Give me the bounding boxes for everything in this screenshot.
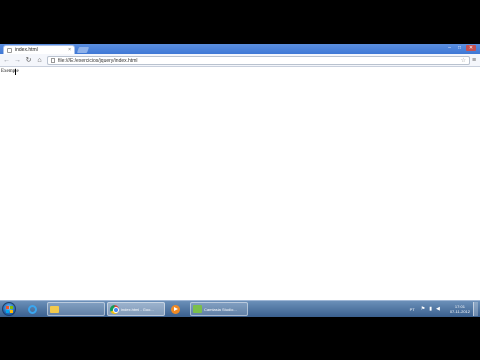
taskbar-label: Camtasia Studio... <box>204 306 237 312</box>
screen: index.html × – □ ✕ ← → ↻ ⌂ file:///E:/ex… <box>0 44 480 317</box>
taskbar-camtasia[interactable]: Camtasia Studio... <box>190 302 248 316</box>
home-button[interactable]: ⌂ <box>35 56 44 65</box>
browser-titlebar: index.html × – □ ✕ <box>0 44 480 54</box>
browser-toolbar: ← → ↻ ⌂ file:///E:/exercicios/jquery/ind… <box>0 54 480 67</box>
taskbar-media-player[interactable] <box>168 302 183 316</box>
start-button[interactable] <box>2 302 16 316</box>
clock-date: 07-11-2012 <box>449 309 470 314</box>
back-button[interactable]: ← <box>2 56 11 65</box>
page-icon <box>51 58 55 63</box>
page-favicon-icon <box>7 47 12 53</box>
browser-tab[interactable]: index.html × <box>3 45 75 54</box>
taskbar-chrome[interactable]: index.html - Goo... <box>107 302 165 316</box>
show-desktop-button[interactable] <box>473 302 478 316</box>
ie-icon <box>28 304 37 314</box>
clock[interactable]: 17:01 07-11-2012 <box>450 304 470 314</box>
tab-close-icon[interactable]: × <box>68 47 71 53</box>
system-tray: PT ⚑ ▮ ◀ 17:01 07-11-2012 <box>410 301 478 317</box>
menu-icon[interactable]: ≡ <box>470 56 478 65</box>
new-tab-button[interactable] <box>76 47 90 53</box>
taskbar-explorer[interactable] <box>47 302 105 316</box>
minimize-button[interactable]: – <box>446 45 453 51</box>
language-indicator[interactable]: PT <box>410 307 415 312</box>
folder-icon <box>50 305 59 313</box>
flag-icon[interactable]: ⚑ <box>421 306 425 312</box>
taskbar-ie[interactable] <box>25 302 40 316</box>
forward-button[interactable]: → <box>13 56 22 65</box>
reload-button[interactable]: ↻ <box>24 56 33 65</box>
maximize-button[interactable]: □ <box>456 45 463 51</box>
page-text: Exemple <box>1 69 19 74</box>
close-window-button[interactable]: ✕ <box>466 45 476 51</box>
window-controls: – □ ✕ <box>446 45 476 51</box>
media-player-icon <box>171 304 180 314</box>
text-cursor <box>15 69 16 75</box>
camtasia-icon <box>193 305 202 313</box>
taskbar: index.html - Goo... Camtasia Studio... P… <box>0 300 480 317</box>
windows-logo-icon <box>6 306 13 313</box>
page-content: Exemple <box>0 67 480 300</box>
address-bar[interactable]: file:///E:/exercicios/jquery/index.html … <box>47 56 470 65</box>
network-icon[interactable]: ▮ <box>429 306 432 312</box>
chrome-icon <box>110 304 119 314</box>
volume-icon[interactable]: ◀ <box>436 306 440 312</box>
address-url[interactable]: file:///E:/exercicios/jquery/index.html <box>58 58 461 64</box>
tab-title: index.html <box>15 47 38 53</box>
taskbar-label: index.html - Goo... <box>121 306 154 312</box>
bookmark-star-icon[interactable]: ☆ <box>461 57 466 64</box>
